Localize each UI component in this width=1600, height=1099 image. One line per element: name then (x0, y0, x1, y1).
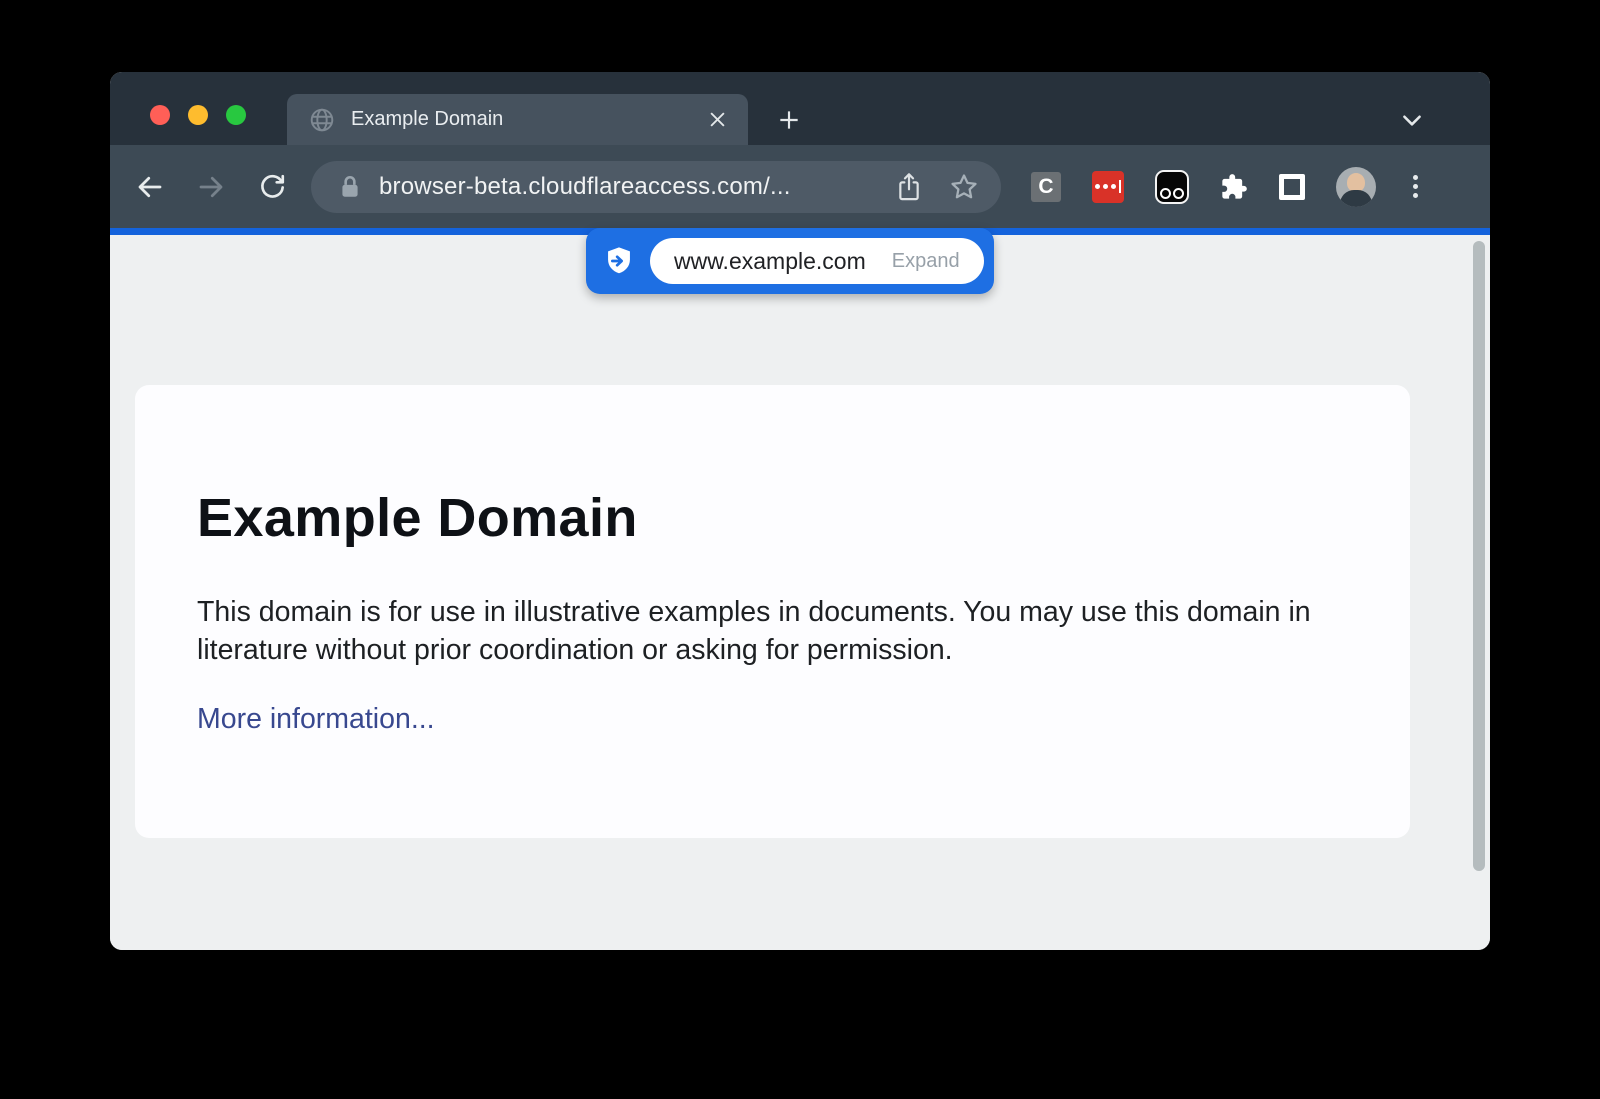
browser-tab[interactable]: Example Domain (287, 94, 748, 145)
scrollbar-thumb[interactable] (1473, 241, 1485, 871)
profile-avatar[interactable] (1336, 167, 1376, 207)
extension-lastpass-icon[interactable] (1092, 171, 1124, 203)
isolation-hostname-pill[interactable]: www.example.com Expand (650, 238, 984, 284)
reload-icon (258, 172, 287, 201)
isolated-hostname: www.example.com (674, 248, 866, 275)
toolbar: browser-beta.cloudflareaccess.com/... C (110, 145, 1490, 228)
page-viewport: www.example.com Expand Example Domain Th… (110, 235, 1490, 950)
share-icon[interactable] (895, 172, 923, 202)
address-bar[interactable]: browser-beta.cloudflareaccess.com/... (311, 161, 1001, 213)
window-controls (150, 105, 246, 125)
tab-strip: Example Domain (110, 72, 1490, 145)
bookmark-star-icon[interactable] (949, 172, 979, 202)
globe-favicon-icon (309, 107, 335, 133)
lock-icon[interactable] (339, 174, 361, 200)
expand-button[interactable]: Expand (892, 250, 960, 273)
extension-circles-icon[interactable] (1155, 170, 1189, 204)
page-paragraph: This domain is for use in illustrative e… (197, 593, 1347, 669)
browser-window: Example Domain (110, 72, 1490, 950)
tab-title: Example Domain (351, 108, 703, 131)
extension-c-icon[interactable]: C (1031, 172, 1061, 202)
new-tab-button[interactable] (766, 98, 812, 142)
url-text[interactable]: browser-beta.cloudflareaccess.com/... (379, 173, 869, 201)
minimize-window-button[interactable] (188, 105, 208, 125)
shield-arrow-icon (603, 245, 635, 277)
close-window-button[interactable] (150, 105, 170, 125)
more-information-link[interactable]: More information... (197, 703, 435, 736)
forward-arrow-icon (196, 172, 226, 202)
browser-menu-kebab-icon[interactable] (1407, 169, 1424, 204)
extension-square-icon[interactable] (1279, 174, 1305, 200)
tab-close-icon[interactable] (703, 105, 732, 134)
zoom-window-button[interactable] (226, 105, 246, 125)
extensions-row: C (1031, 167, 1424, 207)
content-card: Example Domain This domain is for use in… (135, 385, 1410, 838)
back-arrow-icon (135, 172, 165, 202)
back-button[interactable] (128, 165, 172, 209)
forward-button[interactable] (189, 165, 233, 209)
page-heading: Example Domain (197, 487, 1348, 549)
extensions-puzzle-icon[interactable] (1220, 173, 1248, 201)
reload-button[interactable] (250, 165, 294, 209)
tab-search-chevron-icon[interactable] (1390, 98, 1434, 142)
isolation-url-pill[interactable]: www.example.com Expand (586, 228, 994, 294)
